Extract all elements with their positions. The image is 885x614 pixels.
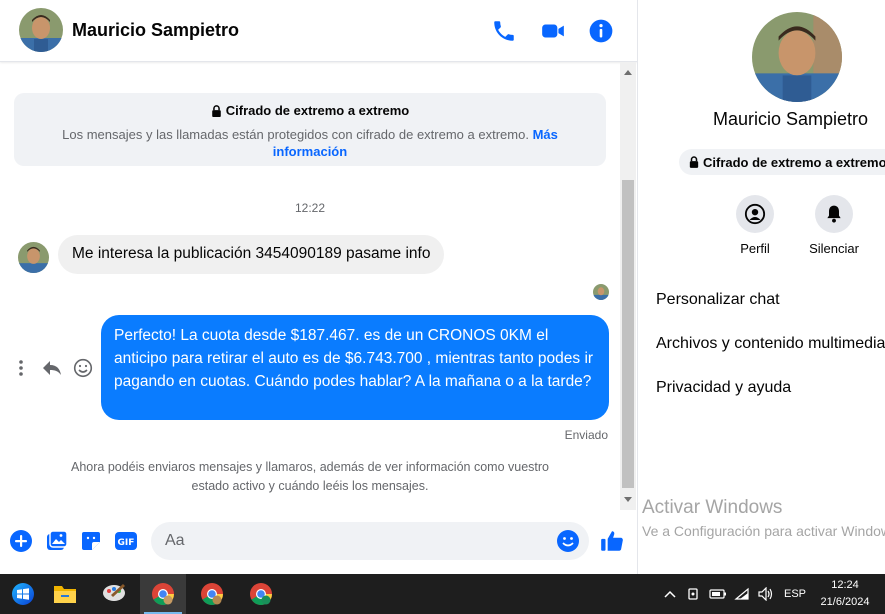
message-composer: GIF [0,516,637,568]
customize-chat-item[interactable]: Personalizar chat [656,291,780,309]
scroll-up-arrow[interactable] [624,70,632,75]
volume-icon[interactable] [756,574,776,614]
activate-windows-watermark: Activar Windows Ve a Configuración para … [642,497,885,539]
incoming-message[interactable]: Me interesa la publicación 3454090189 pa… [58,235,445,274]
privacy-help-item[interactable]: Privacidad y ayuda [656,379,791,397]
react-emoji-icon[interactable] [72,357,94,379]
meet-now-icon[interactable] [684,574,704,614]
message-list[interactable]: Cifrado de extremo a extremo Los mensaje… [0,62,637,510]
language-indicator[interactable]: ESP [780,574,810,614]
outgoing-message[interactable]: Perfecto! La cuota desde $187.467. es de… [101,315,609,420]
bell-icon [815,195,853,233]
photo-icon[interactable] [45,529,69,553]
chat-window: Mauricio Sampietro Cifrado de extremo a … [0,0,637,574]
connection-info-note: Ahora podéis enviaros mensajes y llamaro… [70,460,549,493]
scrollbar-thumb[interactable] [622,180,634,488]
panel-contact-name: Mauricio Sampietro [713,109,869,129]
read-receipt-avatar [593,284,609,300]
panel-contact-avatar[interactable] [752,12,842,102]
timestamp-separator: 12:22 [294,201,326,215]
clock-time: 12:24 [831,579,859,591]
conversation-info-panel: Mauricio Sampietro Cifrado de extremo a … [637,0,885,574]
lock-icon [211,104,221,117]
contact-avatar[interactable] [19,8,63,52]
file-explorer-icon[interactable] [42,574,88,614]
lock-icon [689,156,699,168]
chevron-up-icon[interactable] [660,574,680,614]
sender-avatar[interactable] [18,242,49,273]
paint-icon[interactable] [91,574,137,614]
chat-scrollbar[interactable] [620,62,636,510]
message-status: Enviado [564,428,608,442]
video-camera-icon[interactable] [540,18,566,44]
taskbar: ESP 12:24 21/6/2024 [0,574,885,614]
encryption-badge[interactable]: Cifrado de extremo a extremo [679,149,885,175]
encryption-text: Los mensajes y las llamadas están proteg… [62,126,558,159]
battery-icon[interactable] [707,574,729,614]
svg-text:GIF: GIF [118,538,135,548]
windows-start-icon[interactable] [0,574,46,614]
sticker-icon[interactable] [79,529,103,553]
scroll-down-arrow[interactable] [624,497,632,502]
chrome-icon[interactable] [140,574,186,614]
contact-name[interactable]: Mauricio Sampietro [72,20,239,41]
message-input[interactable] [151,522,589,560]
profile-label: Perfil [740,241,770,256]
reply-icon[interactable] [41,357,63,379]
mute-button[interactable]: Silenciar [799,195,869,256]
profile-icon [736,195,774,233]
encryption-notice: Cifrado de extremo a extremo Los mensaje… [14,93,606,166]
message-actions [10,357,94,379]
chat-header: Mauricio Sampietro [0,0,637,62]
chrome-icon[interactable] [189,574,235,614]
thumbs-up-icon[interactable] [599,528,625,554]
info-icon[interactable] [588,18,614,44]
emoji-icon[interactable] [556,529,580,553]
more-options-icon[interactable] [10,357,32,379]
gif-icon[interactable]: GIF [114,529,138,553]
plus-icon[interactable] [9,529,33,553]
screen: Mauricio Sampietro Cifrado de extremo a … [0,0,885,614]
files-media-item[interactable]: Archivos y contenido multimedia [656,335,885,353]
encryption-title: Cifrado de extremo a extremo [211,103,409,118]
clock-date: 21/6/2024 [820,596,870,608]
wifi-icon[interactable] [732,574,752,614]
system-clock[interactable]: 12:24 21/6/2024 [812,577,878,611]
phone-icon[interactable] [491,18,517,44]
profile-button[interactable]: Perfil [720,195,790,256]
mute-label: Silenciar [809,241,859,256]
chrome-icon[interactable] [238,574,284,614]
